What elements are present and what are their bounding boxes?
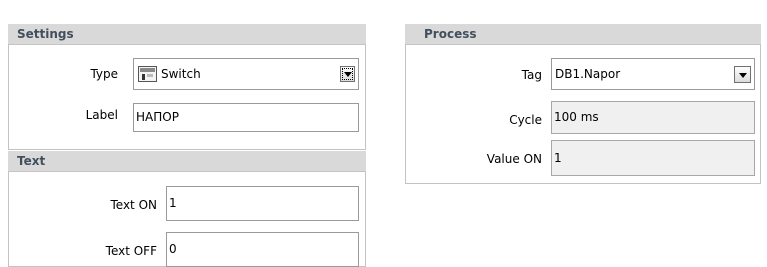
tag-label: Tag xyxy=(521,68,542,82)
cycle-label: Cycle xyxy=(509,113,542,127)
label-label: Label xyxy=(85,108,118,122)
label-input[interactable]: НАПОР xyxy=(133,103,359,132)
process-header: Process xyxy=(405,24,761,45)
value-on-label: Value ON xyxy=(486,152,542,166)
text-off-label: Text OFF xyxy=(105,244,157,258)
text-off-input[interactable]: 0 xyxy=(166,232,359,267)
text-header: Text xyxy=(8,151,366,172)
type-dropdown-button[interactable] xyxy=(340,66,355,82)
text-on-label: Text ON xyxy=(110,198,157,212)
settings-header: Settings xyxy=(8,24,366,45)
tag-value: DB1.Napor xyxy=(555,67,621,81)
switch-icon xyxy=(138,64,157,82)
cycle-field: 100 ms xyxy=(551,101,755,134)
tag-dropdown[interactable]: DB1.Napor xyxy=(551,58,755,90)
value-on-field: 1 xyxy=(551,140,755,176)
text-on-input[interactable]: 1 xyxy=(166,186,359,221)
type-value: Switch xyxy=(161,67,201,81)
tag-dropdown-button[interactable] xyxy=(734,66,751,83)
type-label: Type xyxy=(90,67,118,81)
type-dropdown[interactable]: Switch xyxy=(133,58,359,90)
